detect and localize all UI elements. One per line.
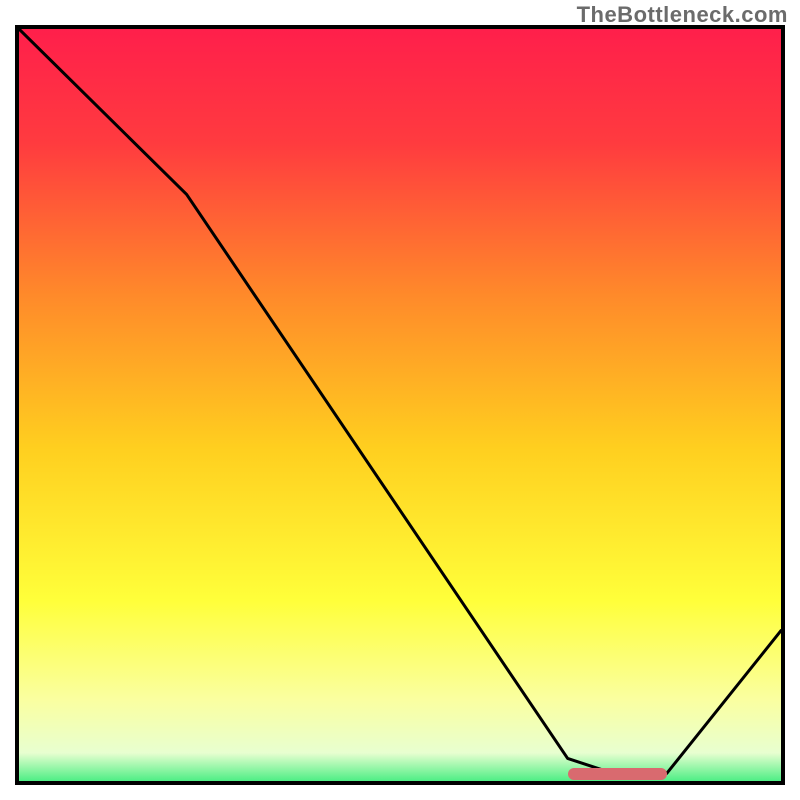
chart-series-line <box>19 29 781 773</box>
chart-line-layer <box>19 29 781 781</box>
chart-highlight-marker <box>568 768 667 780</box>
chart-plot-area <box>15 25 785 785</box>
chart-container: TheBottleneck.com <box>0 0 800 800</box>
